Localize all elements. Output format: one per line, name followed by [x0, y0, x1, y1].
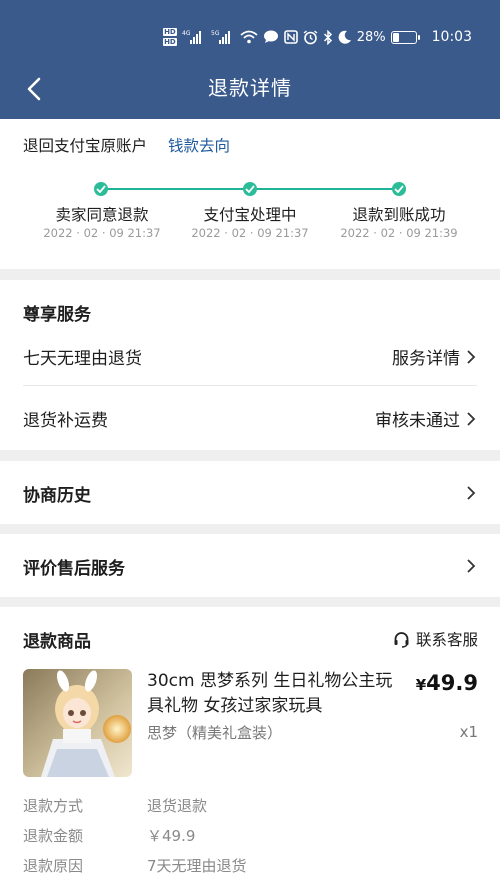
status-bar: HD HD 4G 5G 28% 10:03: [0, 0, 500, 70]
step-3-time: 2022 · 02 · 09 21:39: [340, 226, 458, 240]
seven-day-return-label: 七天无理由退货: [23, 349, 142, 369]
return-shipping-row[interactable]: 退货补运费 审核未通过: [0, 400, 500, 448]
step-check-icon: [94, 182, 108, 196]
progress-line-1: [101, 188, 249, 190]
return-shipping-status: 审核未通过: [375, 406, 476, 431]
battery-percent: 28%: [356, 29, 386, 45]
refund-amount-value: ￥49.9: [147, 827, 196, 845]
negotiation-history-label: 协商历史: [23, 486, 91, 506]
seven-day-return-action: 服务详情: [392, 344, 476, 369]
price-symbol: ¥: [415, 676, 427, 694]
refund-reason-label: 退款原因: [23, 857, 84, 875]
review-service-row[interactable]: 评价售后服务: [0, 534, 500, 597]
product-title[interactable]: 30cm 思梦系列 生日礼物公主玩具礼物 女孩过家家玩具: [147, 669, 402, 719]
review-rejected-text: 审核未通过: [375, 411, 460, 431]
chevron-right-icon: [467, 411, 476, 426]
network-type-label: 4G: [182, 30, 191, 37]
status-icons: HD HD 4G 5G 28% 10:03: [163, 26, 472, 48]
contact-service-label: 联系客服: [415, 631, 478, 649]
wifi-icon: [240, 30, 258, 44]
step-3-label: 退款到账成功: [352, 206, 446, 224]
alarm-icon: [303, 29, 318, 45]
refund-reason-value: 7天无理由退货: [147, 857, 247, 875]
review-service-label: 评价售后服务: [23, 559, 125, 579]
refund-route-text: 退回支付宝原账户: [23, 137, 148, 155]
hd-label-top: HD: [163, 28, 177, 36]
service-details-text: 服务详情: [392, 349, 460, 369]
battery-icon: [390, 30, 420, 44]
page-title: 退款详情: [208, 76, 292, 100]
step-check-icon: [243, 182, 257, 196]
progress-line-2: [251, 188, 399, 190]
hd-label-bottom: HD: [163, 38, 177, 46]
signal-5g-icon: 5G: [211, 29, 235, 45]
money-destination-link[interactable]: 钱款去向: [168, 134, 230, 156]
bluetooth-icon: [323, 29, 333, 45]
battery-level: [392, 32, 399, 42]
product-quantity: x1: [459, 723, 478, 741]
refund-method-label: 退款方式: [23, 797, 84, 815]
price-value: 49.9: [426, 671, 478, 695]
step-check-icon: [392, 182, 406, 196]
divider: [23, 385, 477, 386]
product-price: ¥49.9: [416, 671, 478, 695]
step-1-label: 卖家同意退款: [55, 206, 149, 224]
app-header: HD HD 4G 5G 28% 10:03 退款详情: [0, 0, 500, 119]
signal-4g-icon: 4G: [182, 29, 206, 45]
moon-icon: [338, 30, 352, 44]
negotiation-history-row[interactable]: 协商历史: [0, 461, 500, 524]
chevron-right-icon: [467, 559, 476, 573]
hd-indicator: HD HD: [163, 27, 177, 47]
refund-progress-card: 退回支付宝原账户 钱款去向 卖家同意退款 2022 · 02 · 09 21:3…: [0, 119, 500, 269]
contact-service-button[interactable]: 联系客服: [393, 628, 478, 650]
refund-method-value: 退货退款: [147, 797, 208, 815]
refund-amount-label: 退款金额: [23, 827, 84, 845]
step-2-label: 支付宝处理中: [203, 206, 297, 224]
chat-bubble-icon: [263, 30, 279, 44]
step-2-time: 2022 · 02 · 09 21:37: [191, 226, 309, 240]
product-image[interactable]: [23, 669, 132, 777]
network-type-label: 5G: [211, 30, 220, 37]
refund-item-title: 退款商品: [23, 632, 91, 652]
nfc-icon: [283, 30, 298, 44]
return-shipping-label: 退货补运费: [23, 411, 108, 431]
premium-section-title: 尊享服务: [23, 305, 91, 325]
product-sku: 思梦（精美礼盒装）: [147, 724, 283, 742]
premium-services-card: 尊享服务 七天无理由退货 服务详情 退货补运费 审核未通过: [0, 280, 500, 450]
chevron-right-icon: [467, 486, 476, 500]
headset-icon: [394, 631, 409, 648]
step-1-time: 2022 · 02 · 09 21:37: [43, 226, 161, 240]
seven-day-return-row[interactable]: 七天无理由退货 服务详情: [0, 336, 500, 386]
chevron-right-icon: [467, 349, 476, 364]
clock-time: 10:03: [431, 29, 472, 45]
